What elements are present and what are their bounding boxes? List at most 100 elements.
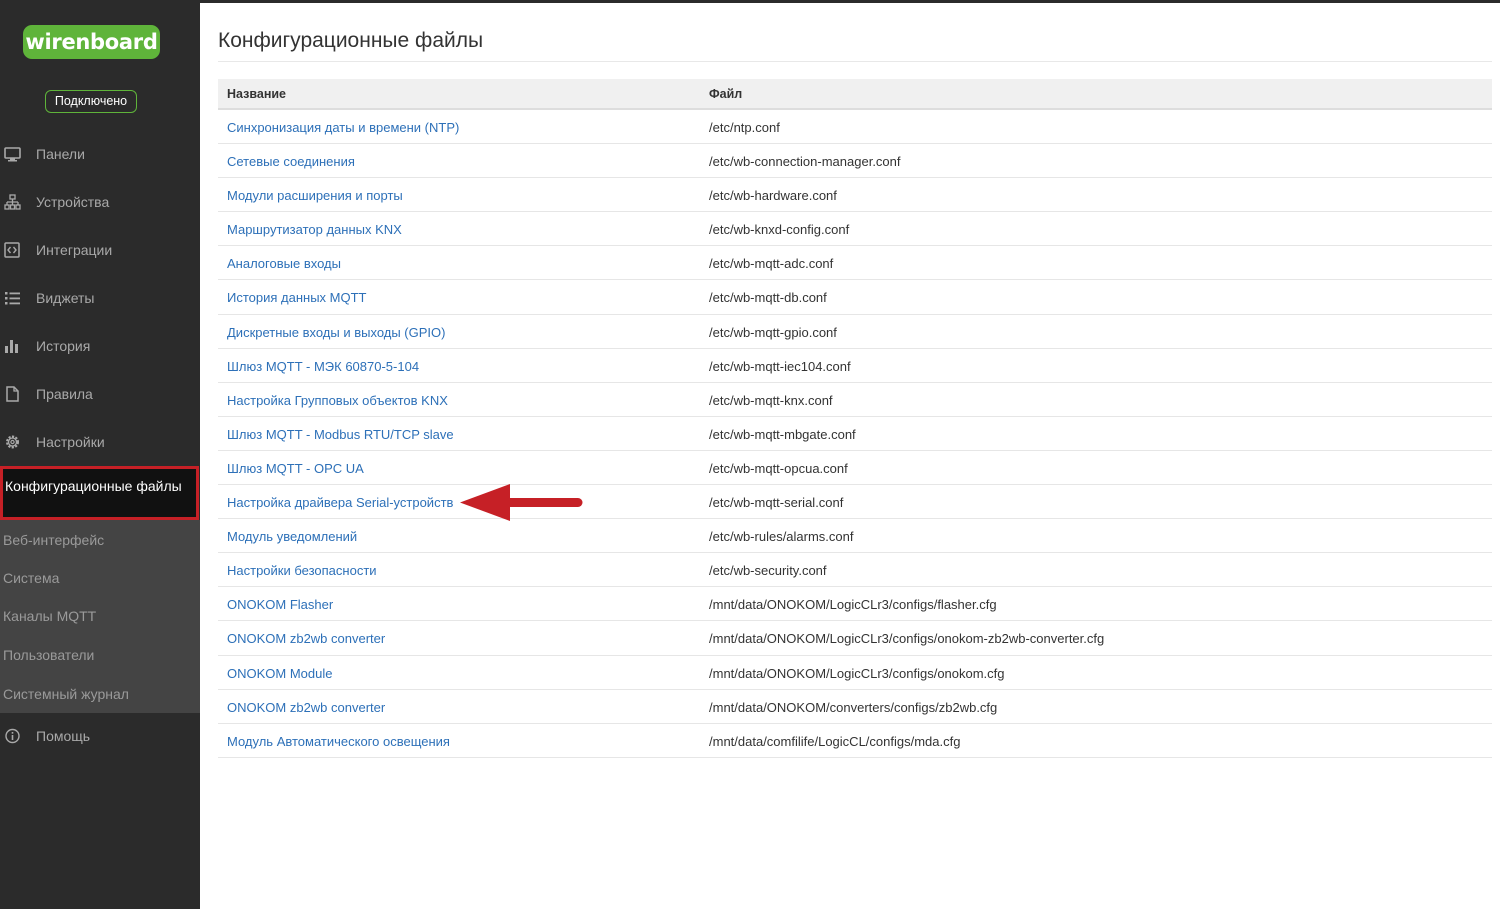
- bar-chart-icon: [5, 340, 18, 353]
- list-icon: [5, 292, 20, 305]
- config-file-path: /mnt/data/ONOKOM/LogicCLr3/configs/onoko…: [709, 631, 1105, 647]
- table-row: ONOKOM zb2wb converter/mnt/data/ONOKOM/c…: [218, 690, 1492, 724]
- sidebar: wirenboard Подключено Панели Устройства …: [0, 0, 200, 909]
- config-file-path: /etc/wb-rules/alarms.conf: [709, 529, 854, 545]
- sidebar-item-label: Виджеты: [36, 290, 95, 306]
- config-file-path: /etc/wb-mqtt-db.conf: [709, 290, 827, 306]
- sidebar-subitem-web-interface[interactable]: Веб-интерфейс: [3, 529, 198, 551]
- table-row: Модуль уведомлений/etc/wb-rules/alarms.c…: [218, 519, 1492, 554]
- table-body: Синхронизация даты и времени (NTP) /etc/n…: [218, 110, 1492, 758]
- sidebar-item-label: Помощь: [36, 728, 91, 744]
- red-arrow-annotation: [460, 484, 583, 521]
- config-file-path: /etc/wb-security.conf: [709, 563, 827, 579]
- table-row: ONOKOM Module/mnt/data/ONOKOM/LogicCLr3/…: [218, 656, 1492, 690]
- table-row: Синхронизация даты и времени (NTP) /etc/n…: [218, 110, 1492, 145]
- config-name-link[interactable]: Дискретные входы и выходы (GPIO): [227, 325, 445, 340]
- config-name-link[interactable]: Синхронизация даты и времени (NTP): [227, 120, 459, 135]
- sidebar-subitem-mqtt-channels[interactable]: Каналы MQTT: [3, 605, 198, 627]
- sitemap-icon: [4, 194, 21, 210]
- config-name-link[interactable]: ONOKOM zb2wb converter: [227, 631, 385, 646]
- config-name-link[interactable]: Шлюз MQTT - Modbus RTU/TCP slave: [227, 427, 454, 442]
- table-row: Шлюз MQTT - OPC UA/etc/wb-mqtt-opcua.con…: [218, 451, 1492, 486]
- sidebar-item-label: Правила: [36, 386, 93, 402]
- table-row: Настройки безопасности/etc/wb-security.c…: [218, 553, 1492, 588]
- table-row: Маршрутизатор данных KNX/etc/wb-knxd-con…: [218, 212, 1492, 247]
- column-header-file: Файл: [709, 87, 743, 101]
- config-name-link[interactable]: Аналоговые входы: [227, 256, 341, 271]
- config-name-link[interactable]: ONOKOM zb2wb converter: [227, 700, 385, 715]
- sidebar-item-rules[interactable]: Правила: [0, 379, 200, 409]
- table-row: Шлюз MQTT - МЭК 60870-5-104/etc/wb-mqtt-…: [218, 349, 1492, 383]
- sidebar-item-widgets[interactable]: Виджеты: [0, 283, 200, 313]
- column-header-name: Название: [227, 87, 287, 101]
- table-row: ONOKOM Flasher/mnt/data/ONOKOM/LogicCLr3…: [218, 587, 1492, 622]
- sidebar-subitem-system[interactable]: Система: [3, 567, 198, 589]
- config-file-path: /etc/wb-connection-manager.conf: [709, 154, 901, 170]
- sidebar-item-label: Панели: [36, 146, 85, 162]
- info-icon: [5, 728, 20, 744]
- title-divider: [218, 61, 1492, 62]
- config-name-link[interactable]: История данных MQTT: [227, 290, 366, 305]
- config-file-path: /mnt/data/ONOKOM/LogicCLr3/configs/flash…: [709, 597, 997, 613]
- config-name-link[interactable]: Маршрутизатор данных KNX: [227, 222, 402, 237]
- sidebar-item-label: Интеграции: [36, 242, 113, 258]
- sidebar-subitem-users[interactable]: Пользователи: [3, 644, 198, 666]
- sidebar-item-label: Настройки: [36, 434, 105, 450]
- top-border: [0, 0, 1500, 3]
- config-file-path: /etc/wb-mqtt-opcua.conf: [709, 460, 848, 476]
- sidebar-item-label: Устройства: [36, 194, 110, 210]
- connection-status-badge: Подключено: [45, 90, 137, 113]
- sidebar-item-settings[interactable]: Настройки: [0, 427, 200, 457]
- table-row: Модули расширения и порты/etc/wb-hardwar…: [218, 178, 1492, 213]
- file-icon: [6, 386, 19, 402]
- config-name-link[interactable]: Сетевые соединения: [227, 154, 355, 169]
- code-icon: [4, 242, 20, 258]
- config-file-path: /etc/wb-mqtt-iec104.conf: [709, 358, 851, 374]
- config-name-link[interactable]: Модуль уведомлений: [227, 529, 357, 544]
- config-name-link[interactable]: ONOKOM Module: [227, 666, 332, 681]
- sidebar-item-label: История: [36, 338, 91, 354]
- config-name-link[interactable]: Модули расширения и порты: [227, 188, 403, 203]
- config-name-link[interactable]: ONOKOM Flasher: [227, 597, 333, 612]
- config-file-path: /etc/wb-mqtt-knx.conf: [709, 392, 833, 408]
- sidebar-item-config-files[interactable]: Конфигурационные файлы: [0, 466, 199, 520]
- config-name-link[interactable]: Настройки безопасности: [227, 563, 377, 578]
- table-row: Шлюз MQTT - Modbus RTU/TCP slave/etc/wb-…: [218, 417, 1492, 451]
- config-file-path: /etc/wb-mqtt-adc.conf: [709, 256, 834, 272]
- config-file-path: /etc/wb-hardware.conf: [709, 188, 837, 204]
- table-header: Название Файл: [218, 79, 1492, 110]
- table-row: Аналоговые входы/etc/wb-mqtt-adc.conf: [218, 246, 1492, 281]
- table-row: История данных MQTT/etc/wb-mqtt-db.conf: [218, 280, 1492, 315]
- config-file-path: /mnt/data/comfilife/LogicCL/configs/mda.…: [709, 733, 961, 749]
- sidebar-item-devices[interactable]: Устройства: [0, 187, 200, 217]
- config-files-table: Название Файл Синхронизация даты и време…: [218, 79, 1492, 758]
- settings-submenu: Веб-интерфейс Система Каналы MQTT Пользо…: [0, 520, 200, 713]
- table-row: ONOKOM zb2wb converter/mnt/data/ONOKOM/L…: [218, 621, 1492, 656]
- config-file-path: /mnt/data/ONOKOM/converters/configs/zb2w…: [709, 699, 998, 715]
- table-row: Модуль Автоматического освещения/mnt/dat…: [218, 724, 1492, 758]
- config-file-path: /mnt/data/ONOKOM/LogicCLr3/configs/onoko…: [709, 665, 1005, 681]
- config-name-link[interactable]: Шлюз MQTT - МЭК 60870-5-104: [227, 359, 419, 374]
- config-name-link[interactable]: Настройка Групповых объектов KNX: [227, 393, 448, 408]
- table-row: Сетевые соединения/etc/wb-connection-man…: [218, 144, 1492, 179]
- sidebar-subitem-system-log[interactable]: Системный журнал: [3, 683, 198, 705]
- config-file-path: /etc/wb-knxd-config.conf: [709, 222, 850, 238]
- table-row: Дискретные входы и выходы (GPIO) /etc/wb-…: [218, 315, 1492, 349]
- sidebar-item-help[interactable]: Помощь: [0, 721, 200, 751]
- gear-icon: [6, 435, 19, 449]
- sidebar-item-panels[interactable]: Панели: [0, 139, 200, 169]
- table-row: Настройка драйвера Serial-устройств/etc/…: [218, 485, 1492, 520]
- config-name-link[interactable]: Настройка драйвера Serial-устройств: [227, 495, 453, 510]
- config-file-path: /etc/ntp.conf: [709, 120, 780, 135]
- sidebar-item-integrations[interactable]: Интеграции: [0, 235, 200, 265]
- config-file-path: /etc/wb-mqtt-gpio.conf: [709, 324, 837, 340]
- page-title: Конфигурационные файлы: [218, 29, 484, 52]
- sidebar-item-history[interactable]: История: [0, 331, 200, 361]
- config-name-link[interactable]: Шлюз MQTT - OPC UA: [227, 461, 364, 476]
- config-name-link[interactable]: Модуль Автоматического освещения: [227, 734, 450, 749]
- wirenboard-logo[interactable]: wirenboard: [23, 25, 160, 59]
- monitor-icon: [4, 147, 21, 162]
- config-file-path: /etc/wb-mqtt-serial.conf: [709, 495, 844, 511]
- table-row: Настройка Групповых объектов KNX/etc/wb-…: [218, 383, 1492, 417]
- config-file-path: /etc/wb-mqtt-mbgate.conf: [709, 426, 856, 442]
